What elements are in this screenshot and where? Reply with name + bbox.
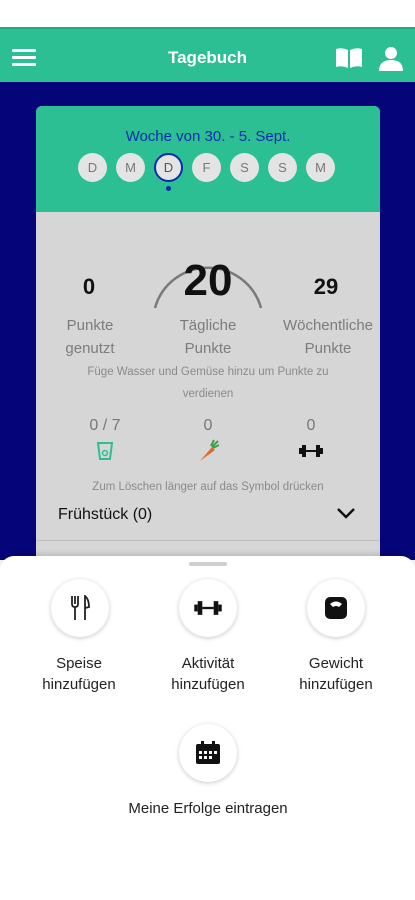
- meal-label: Frühstück (0): [58, 506, 153, 523]
- add-weight-label: Gewicht hinzufügen: [271, 653, 401, 695]
- selected-day-indicator: [166, 186, 171, 191]
- day-button[interactable]: D: [78, 153, 107, 182]
- log-success-button[interactable]: [179, 724, 237, 782]
- chevron-down-icon[interactable]: [336, 506, 356, 520]
- weekly-points-label-line: Wöchentliche: [282, 317, 374, 334]
- status-bar: [0, 0, 415, 27]
- scale-icon: [325, 597, 347, 619]
- add-food-button[interactable]: [51, 579, 109, 637]
- earn-points-hint-line: Füge Wasser und Gemüse hinzu um Punkte z…: [87, 366, 329, 378]
- day-button[interactable]: M: [306, 153, 335, 182]
- add-activity-label: Aktivität hinzufügen: [143, 653, 273, 695]
- weekly-points-label: Wöchentliche Punkte: [276, 314, 380, 360]
- add-food-label: Speise hinzufügen: [14, 653, 144, 695]
- meal-row-breakfast[interactable]: Frühstück (0): [36, 502, 380, 532]
- app-bar: Tagebuch: [0, 27, 415, 82]
- calendar-icon: [196, 741, 220, 764]
- water-glass-icon[interactable]: [96, 441, 114, 461]
- log-success-label: Meine Erfolge eintragen: [128, 800, 288, 817]
- add-weight-label-line: hinzufügen: [299, 676, 373, 693]
- delete-hint: Zum Löschen länger auf das Symbol drücke…: [92, 481, 324, 493]
- activity-count: 0: [306, 417, 316, 434]
- earn-points-hint-line: verdienen: [182, 388, 234, 400]
- add-activity-label-line: Aktivität: [181, 655, 235, 672]
- used-points-label-line: genutzt: [65, 340, 115, 357]
- day-button[interactable]: F: [192, 153, 221, 182]
- sheet-drag-handle[interactable]: [189, 562, 227, 566]
- add-food-label-line: hinzufügen: [42, 676, 116, 693]
- add-food-label-line: Speise: [56, 655, 102, 672]
- book-icon[interactable]: [334, 46, 364, 70]
- day-button[interactable]: M: [116, 153, 145, 182]
- week-selector: Woche von 30. - 5. Sept. D M D F S S M: [36, 106, 380, 212]
- add-entry-sheet: Speise hinzufügen Aktivität hinzufügen G…: [0, 556, 415, 900]
- day-button[interactable]: S: [230, 153, 259, 182]
- weekly-points-value: 29: [313, 274, 339, 299]
- add-activity-label-line: hinzufügen: [171, 676, 245, 693]
- daily-points-label-line: Punkte: [184, 340, 232, 357]
- points-card: Woche von 30. - 5. Sept. D M D F S S M 0…: [36, 106, 380, 566]
- water-count: 0 / 7: [89, 417, 121, 434]
- add-weight-label-line: Gewicht: [308, 655, 364, 672]
- add-activity-button[interactable]: [179, 579, 237, 637]
- weekly-points-label-line: Punkte: [304, 340, 352, 357]
- add-weight-button[interactable]: [307, 579, 365, 637]
- earn-points-hint: Füge Wasser und Gemüse hinzu um Punkte z…: [36, 361, 380, 405]
- used-points-label: Punkte genutzt: [40, 314, 140, 360]
- day-button[interactable]: S: [268, 153, 297, 182]
- dumbbell-icon: [194, 601, 222, 615]
- daily-points-value: 20: [183, 256, 233, 305]
- dumbbell-icon[interactable]: [299, 444, 323, 458]
- vegetable-count: 0: [203, 417, 213, 434]
- divider: [36, 540, 380, 541]
- user-icon[interactable]: [378, 45, 404, 71]
- used-points-value: 0: [82, 274, 96, 299]
- carrot-icon[interactable]: [196, 439, 220, 463]
- daily-points-label: Tägliche Punkte: [158, 314, 258, 360]
- day-picker: D M D F S S M: [78, 153, 338, 191]
- day-button-selected[interactable]: D: [154, 153, 183, 182]
- fork-knife-icon: [71, 595, 90, 620]
- daily-points-label-line: Tägliche: [179, 317, 237, 334]
- used-points-label-line: Punkte: [66, 317, 114, 334]
- week-label: Woche von 30. - 5. Sept.: [125, 128, 291, 145]
